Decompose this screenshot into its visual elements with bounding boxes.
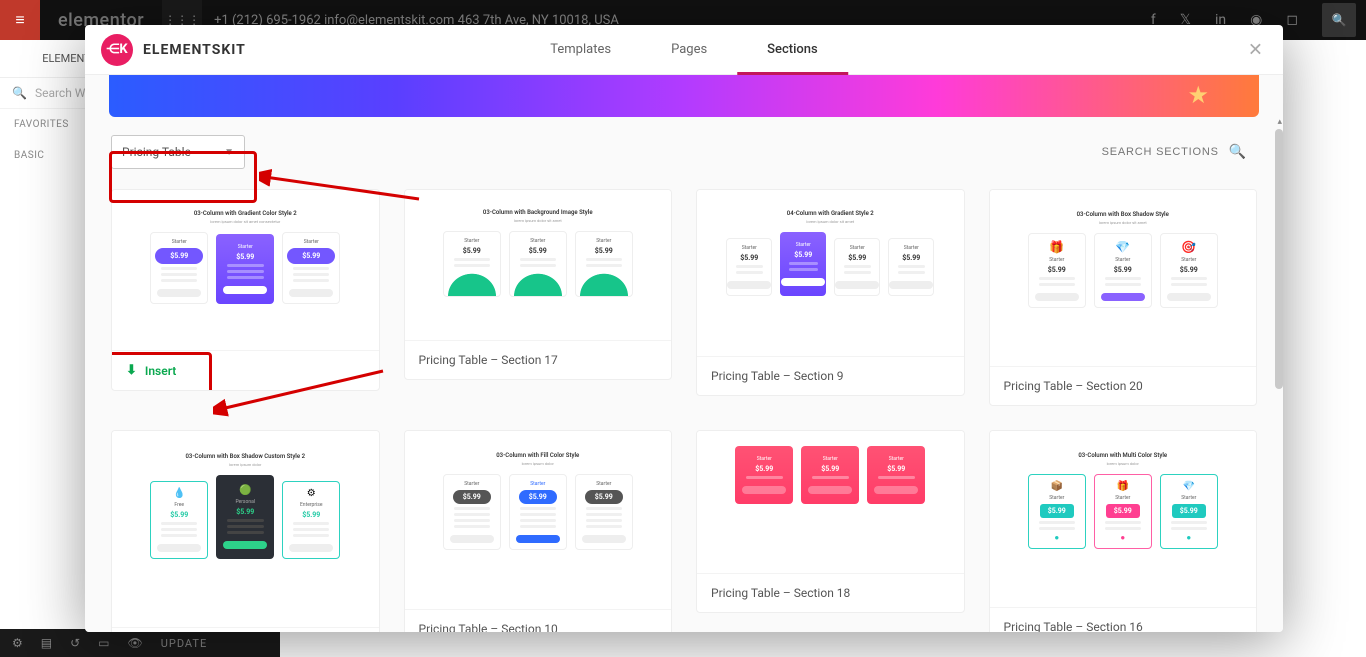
card-title: Pricing Table – Section 22	[112, 627, 379, 632]
filter-row: Pricing Table ▼ 🔍	[85, 117, 1283, 177]
hamburger-icon[interactable]: ≡	[0, 0, 40, 40]
navigator-icon[interactable]: ▤	[41, 636, 52, 650]
responsive-icon[interactable]: ▭	[98, 636, 109, 650]
card-title: Pricing Table – Section 9	[697, 356, 964, 395]
search-icon: 🔍	[12, 86, 27, 100]
section-card[interactable]: 03-Column with Multi Color Style lorem i…	[989, 430, 1258, 632]
section-card[interactable]: 03-Column with Box Shadow Custom Style 2…	[111, 430, 380, 632]
section-card[interactable]: 03-Column with Gradient Color Style 2 lo…	[111, 189, 380, 391]
tab-sections[interactable]: Sections	[737, 25, 848, 74]
scroll-up-arrow-icon[interactable]: ▴	[1277, 117, 1282, 127]
update-button[interactable]: UPDATE	[161, 637, 207, 650]
sections-grid: 03-Column with Gradient Color Style 2 lo…	[85, 177, 1283, 632]
section-card[interactable]: 03-Column with Background Image Style lo…	[404, 189, 673, 380]
modal-nav-tabs: Templates Pages Sections	[520, 25, 848, 74]
template-library-modal: ⋲K ELEMENTSKIT Templates Pages Sections …	[85, 25, 1283, 632]
close-icon[interactable]: ✕	[1242, 33, 1269, 66]
section-card[interactable]: 03-Column with Box Shadow Style lorem ip…	[989, 189, 1258, 406]
topbar-search-button[interactable]: 🔍	[1322, 3, 1356, 37]
history-icon[interactable]: ↺	[70, 636, 80, 650]
search-sections: 🔍	[1069, 144, 1247, 160]
section-card[interactable]: Starter$5.99 Starter$5.99 Starter$5.99 P…	[696, 430, 965, 613]
elementskit-logo-icon: ⋲K	[101, 34, 133, 66]
promo-banner[interactable]	[109, 75, 1259, 117]
search-sections-input[interactable]	[1069, 146, 1219, 158]
preview-icon[interactable]: 👁	[128, 636, 143, 650]
card-title: Pricing Table – Section 20	[990, 366, 1257, 405]
card-title: Pricing Table – Section 18	[697, 573, 964, 612]
editor-bottombar: ⚙ ▤ ↺ ▭ 👁 UPDATE	[0, 629, 280, 657]
card-title: Pricing Table – Section 16	[990, 607, 1257, 632]
modal-body: ▴ Pricing Table ▼ 🔍 03-Colum	[85, 75, 1283, 632]
insert-label: Insert	[145, 364, 176, 378]
instagram-icon[interactable]: ◻	[1286, 12, 1298, 28]
chevron-down-icon: ▼	[224, 147, 234, 158]
tab-pages[interactable]: Pages	[641, 25, 737, 74]
section-card[interactable]: 03-Column with Fill Color Style lorem ip…	[404, 430, 673, 632]
tab-templates[interactable]: Templates	[520, 25, 641, 74]
section-card[interactable]: 04-Column with Gradient Style 2 lorem ip…	[696, 189, 965, 396]
filter-selected-value: Pricing Table	[122, 145, 191, 159]
download-icon: ⬇	[126, 363, 137, 378]
modal-brand-text: ELEMENTSKIT	[143, 42, 246, 58]
card-title: Pricing Table – Section 10	[405, 609, 672, 632]
insert-button[interactable]: ⬇ Insert	[112, 350, 379, 390]
scrollbar-thumb[interactable]	[1275, 129, 1283, 389]
search-icon[interactable]: 🔍	[1229, 144, 1247, 160]
card-title: Pricing Table – Section 17	[405, 340, 672, 379]
modal-header: ⋲K ELEMENTSKIT Templates Pages Sections …	[85, 25, 1283, 75]
settings-icon[interactable]: ⚙	[12, 636, 23, 650]
category-filter-select[interactable]: Pricing Table ▼	[111, 135, 245, 169]
